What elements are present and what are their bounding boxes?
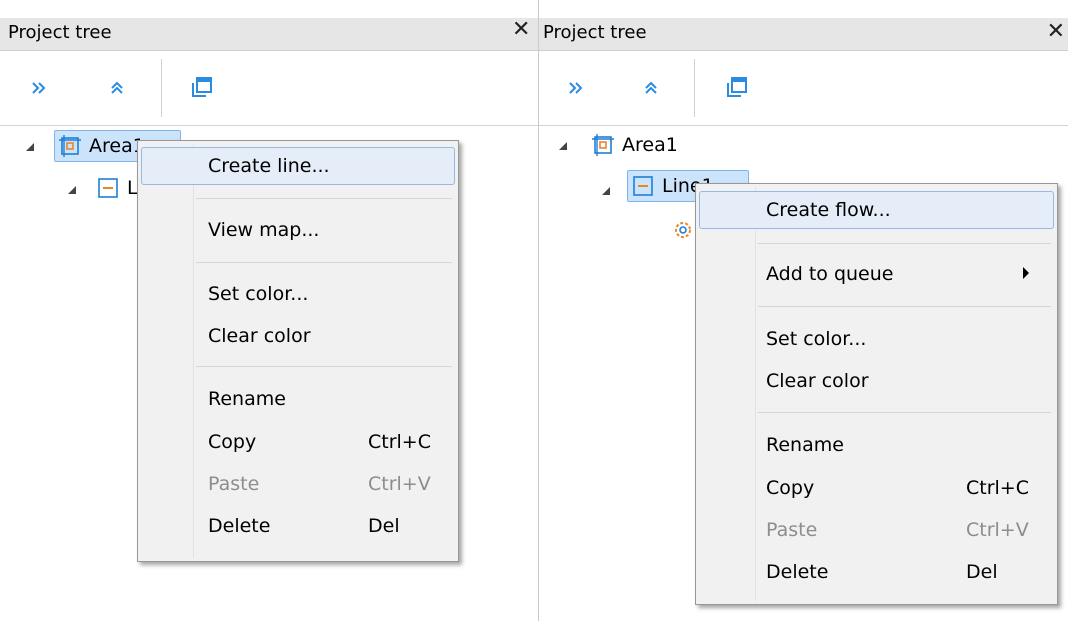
- menu-item-label: Paste: [208, 473, 260, 495]
- panel-toolbar: [539, 51, 1068, 126]
- menu-item-shortcut: Ctrl+C: [966, 477, 1029, 499]
- menu-item-rename[interactable]: Rename: [141, 380, 455, 418]
- collapse-arrow-icon[interactable]: [26, 143, 34, 151]
- menu-item-label: Create line...: [208, 155, 330, 177]
- double-chevron-up-icon: [111, 81, 123, 94]
- menu-item-label: Delete: [766, 561, 829, 583]
- menu-item-create-flow[interactable]: Create flow...: [699, 191, 1054, 229]
- copy-windows-icon: [192, 77, 212, 97]
- panel-title-bar: Project tree: [0, 18, 538, 51]
- menu-separator: [758, 243, 1051, 244]
- menu-item-view-map[interactable]: View map...: [141, 211, 455, 249]
- menu-item-paste[interactable]: Paste Ctrl+V: [699, 511, 1054, 549]
- expand-all-button[interactable]: [22, 71, 56, 105]
- menu-item-delete[interactable]: Delete Del: [699, 553, 1054, 591]
- menu-item-create-line[interactable]: Create line...: [141, 147, 455, 185]
- collapse-arrow-icon[interactable]: [68, 186, 76, 194]
- menu-item-shortcut: Ctrl+V: [368, 473, 431, 495]
- menu-item-label: Add to queue: [766, 263, 894, 285]
- menu-item-label: Clear color: [766, 370, 869, 392]
- menu-item-label: View map...: [208, 219, 320, 241]
- menu-item-shortcut: Ctrl+V: [966, 519, 1029, 541]
- menu-separator: [196, 366, 452, 367]
- duplicate-button[interactable]: [184, 71, 218, 105]
- menu-separator: [758, 306, 1051, 307]
- area-icon: [59, 135, 81, 157]
- panel-title: Project tree: [8, 22, 112, 43]
- collapse-arrow-icon[interactable]: [559, 142, 567, 150]
- menu-item-delete[interactable]: Delete Del: [141, 507, 455, 545]
- menu-item-rename[interactable]: Rename: [699, 426, 1054, 464]
- project-tree-panel-right: Project tree ✕ Area1 Line1 Create flow..…: [538, 0, 1068, 621]
- menu-item-label: Rename: [766, 434, 844, 456]
- collapse-all-button[interactable]: [100, 71, 134, 105]
- double-chevron-right-icon: [569, 82, 583, 94]
- menu-item-label: Rename: [208, 388, 286, 410]
- duplicate-button[interactable]: [719, 71, 753, 105]
- context-menu: Create flow... Add to queue Set color...…: [695, 183, 1058, 605]
- menu-separator: [758, 412, 1051, 413]
- panel-toolbar: [0, 51, 538, 126]
- area-icon: [592, 134, 614, 156]
- project-tree-panel-left: Project tree Area1 Create line... View m…: [0, 0, 538, 621]
- panel-title-bar: Project tree ✕: [539, 18, 1068, 51]
- menu-item-copy[interactable]: Copy Ctrl+C: [699, 469, 1054, 507]
- menu-item-paste[interactable]: Paste Ctrl+V: [141, 465, 455, 503]
- double-chevron-right-icon: [32, 82, 46, 94]
- tree-node-area[interactable]: Area1: [587, 129, 683, 161]
- gear-icon: [675, 222, 691, 238]
- close-icon[interactable]: ✕: [1047, 17, 1065, 47]
- menu-separator: [196, 262, 452, 263]
- menu-item-label: Copy: [766, 477, 815, 499]
- menu-item-label: Clear color: [208, 325, 311, 347]
- tree-node-label: Area1: [622, 134, 678, 156]
- menu-item-shortcut: Ctrl+C: [368, 431, 431, 453]
- toolbar-separator: [161, 59, 162, 117]
- menu-item-copy[interactable]: Copy Ctrl+C: [141, 423, 455, 461]
- menu-item-shortcut: Del: [966, 561, 998, 583]
- collapse-all-button[interactable]: [634, 71, 668, 105]
- panel-title: Project tree: [543, 22, 647, 43]
- menu-item-label: Create flow...: [766, 199, 891, 221]
- menu-separator: [196, 198, 452, 199]
- menu-item-set-color[interactable]: Set color...: [699, 320, 1054, 358]
- menu-item-label: Delete: [208, 515, 271, 537]
- menu-item-label: Set color...: [766, 328, 867, 350]
- double-chevron-up-icon: [645, 81, 657, 94]
- line-icon: [98, 178, 118, 198]
- expand-all-button[interactable]: [559, 71, 593, 105]
- menu-item-clear-color[interactable]: Clear color: [699, 362, 1054, 400]
- context-menu: Create line... View map... Set color... …: [137, 140, 459, 562]
- menu-item-set-color[interactable]: Set color...: [141, 275, 455, 313]
- submenu-arrow-icon: [1023, 267, 1029, 279]
- collapse-arrow-icon[interactable]: [602, 187, 610, 195]
- line-icon: [633, 176, 653, 196]
- menu-item-shortcut: Del: [368, 515, 400, 537]
- menu-item-add-to-queue[interactable]: Add to queue: [699, 255, 1054, 293]
- menu-item-label: Paste: [766, 519, 818, 541]
- menu-item-label: Set color...: [208, 283, 309, 305]
- close-icon[interactable]: ✕: [512, 17, 530, 42]
- copy-windows-icon: [727, 77, 747, 97]
- toolbar-separator: [694, 59, 695, 117]
- menu-item-clear-color[interactable]: Clear color: [141, 317, 455, 355]
- menu-item-label: Copy: [208, 431, 257, 453]
